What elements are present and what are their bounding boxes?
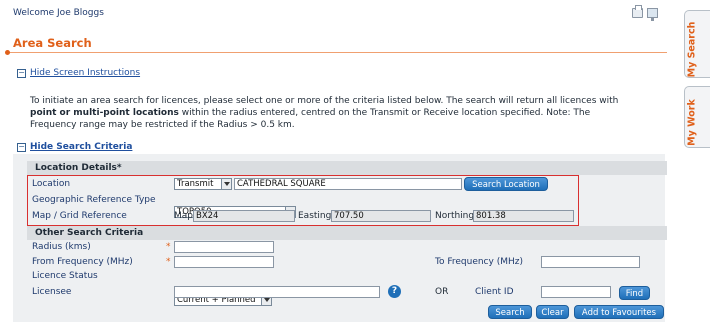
- search-button[interactable]: Search: [488, 305, 532, 319]
- help-icon[interactable]: ?: [388, 285, 401, 298]
- or-label: OR: [435, 287, 449, 297]
- radius-input[interactable]: [174, 241, 274, 253]
- collapse-icon[interactable]: −: [17, 142, 26, 152]
- instructions-toggle[interactable]: − Hide Screen Instructions: [17, 68, 140, 78]
- welcome-text: Welcome Joe Bloggs: [13, 8, 104, 18]
- hide-criteria-link[interactable]: Hide Search Criteria: [30, 142, 132, 152]
- search-location-button[interactable]: Search Location: [464, 177, 548, 191]
- criteria-toggle[interactable]: − Hide Search Criteria: [17, 142, 132, 152]
- map-label: Map: [174, 211, 193, 221]
- chevron-down-icon: [221, 179, 231, 189]
- geo-ref-label: Geographic Reference Type: [32, 195, 156, 205]
- to-frequency-input[interactable]: [541, 256, 640, 268]
- clear-button[interactable]: Clear: [536, 305, 569, 319]
- top-toolbar: [632, 5, 658, 21]
- location-details-heading: Location Details*: [27, 161, 667, 175]
- from-frequency-label: From Frequency (MHz): [32, 257, 133, 267]
- location-type-select[interactable]: Transmit: [174, 178, 232, 190]
- add-to-favourites-button[interactable]: Add to Favourites: [574, 305, 664, 319]
- licensee-input[interactable]: [174, 286, 380, 298]
- easting-label: Easting: [298, 211, 332, 221]
- location-input[interactable]: CATHEDRAL SQUARE: [234, 178, 462, 190]
- screen-icon[interactable]: [647, 8, 658, 21]
- map-field: BX24: [193, 210, 295, 222]
- tab-my-work[interactable]: My Work: [684, 86, 710, 148]
- page-title: Area Search: [13, 36, 92, 50]
- from-frequency-input[interactable]: [174, 256, 274, 268]
- other-criteria-heading: Other Search Criteria: [27, 226, 667, 240]
- required-mark: *: [166, 242, 171, 252]
- client-id-label: Client ID: [475, 287, 514, 297]
- licence-status-label: Licence Status: [32, 271, 98, 281]
- tab-my-search[interactable]: My Search: [684, 10, 710, 78]
- instructions-text: To initiate an area search for licences,…: [30, 96, 619, 130]
- collapse-icon[interactable]: −: [17, 68, 26, 78]
- radius-label: Radius (kms): [32, 242, 91, 252]
- location-label: Location: [32, 179, 71, 189]
- find-button[interactable]: Find: [619, 286, 650, 300]
- northing-label: Northing: [435, 211, 475, 221]
- print-icon[interactable]: [632, 5, 643, 18]
- licensee-label: Licensee: [32, 287, 72, 297]
- map-grid-label: Map / Grid Reference: [32, 211, 127, 221]
- hide-instructions-link[interactable]: Hide Screen Instructions: [30, 68, 140, 78]
- title-bullet: [5, 50, 10, 55]
- northing-field: 801.38: [473, 210, 574, 222]
- to-frequency-label: To Frequency (MHz): [435, 257, 523, 267]
- required-mark: *: [166, 257, 171, 267]
- easting-field: 707.50: [331, 210, 431, 222]
- client-id-input[interactable]: [541, 286, 611, 298]
- title-divider: [7, 52, 667, 53]
